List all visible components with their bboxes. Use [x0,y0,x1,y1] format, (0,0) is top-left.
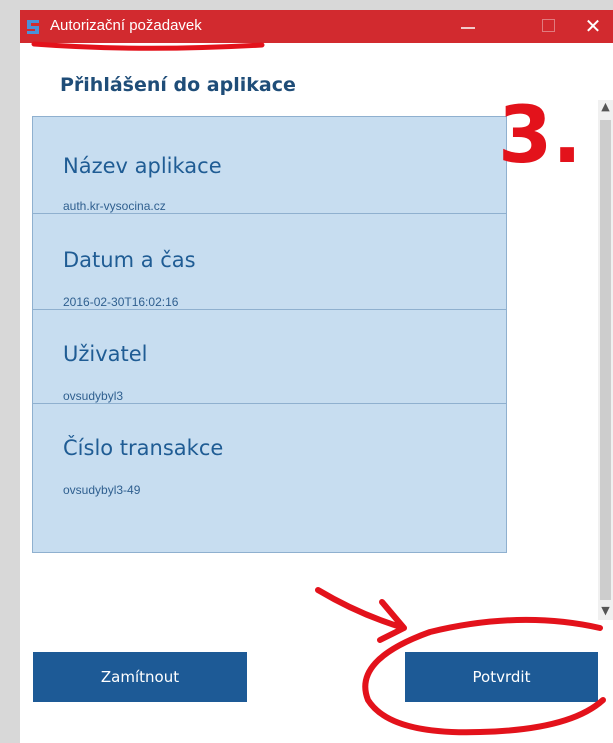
field-label: Datum a čas [63,248,196,272]
field-transaction-number: Číslo transakce ovsudybyl3-49 [33,401,506,499]
reject-button[interactable]: Zamítnout [33,652,247,702]
scroll-thumb[interactable] [600,120,611,600]
page-title: Přihlášení do aplikace [60,74,296,96]
field-label: Číslo transakce [63,436,224,460]
field-date-time: Datum a čas 2016-02-30T16:02:16 [33,213,506,310]
minimize-icon[interactable] [448,10,488,43]
field-label: Název aplikace [63,154,222,178]
field-value: ovsudybyl3-49 [63,483,141,497]
title-bar[interactable]: Autorizační požadavek ✕ [20,10,613,43]
app-logo-icon [24,18,42,36]
scroll-up-icon[interactable]: ▲ [598,100,613,116]
maximize-icon[interactable] [528,10,568,43]
field-user: Uživatel ovsudybyl3 [33,307,506,404]
scroll-down-icon[interactable]: ▼ [598,604,613,620]
field-application-name: Název aplikace auth.kr-vysocina.cz [33,117,506,214]
confirm-button[interactable]: Potvrdit [405,652,598,702]
window-title: Autorizační požadavek [50,17,202,34]
request-details-panel: Název aplikace auth.kr-vysocina.cz Datum… [32,116,507,553]
close-icon[interactable]: ✕ [573,10,613,43]
field-label: Uživatel [63,342,148,366]
field-value: auth.kr-vysocina.cz [63,199,166,213]
vertical-scrollbar[interactable]: ▲ ▼ [598,100,613,620]
authorization-window: Autorizační požadavek ✕ Přihlášení do ap… [20,10,613,743]
